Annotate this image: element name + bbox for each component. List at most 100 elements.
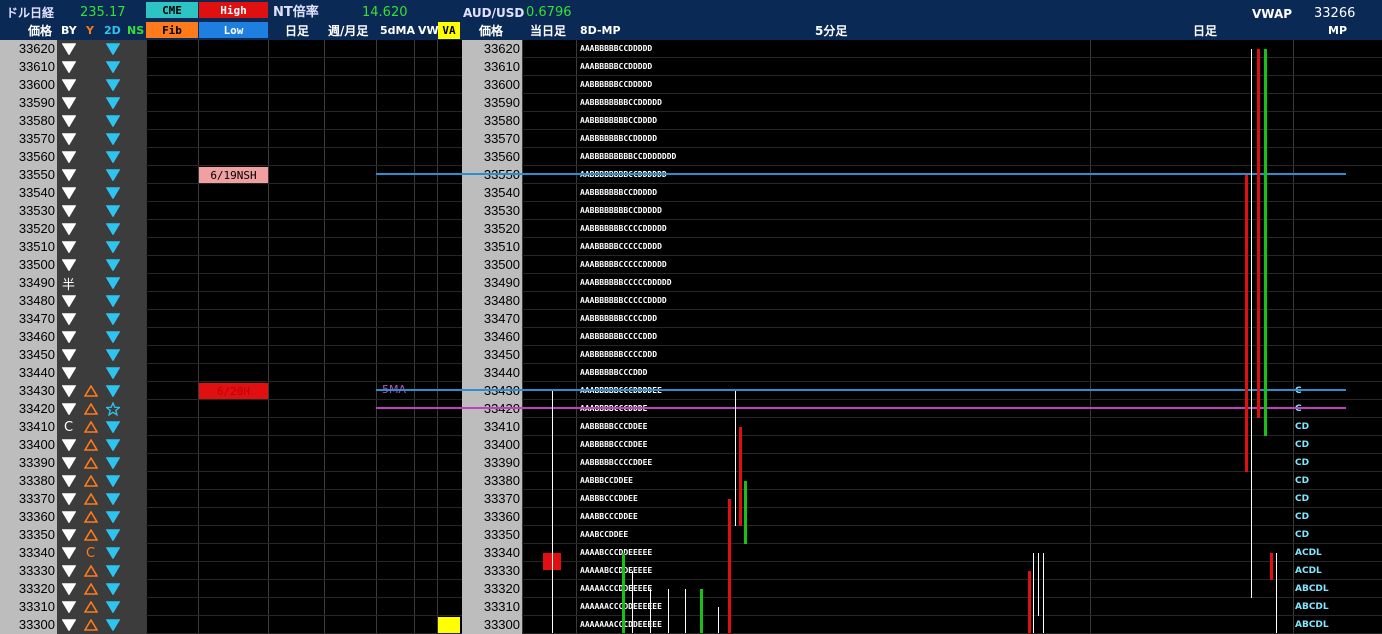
mp-right-letters: C bbox=[1295, 404, 1302, 414]
indicator-cell bbox=[124, 562, 146, 580]
mp-letters: AAABCCDDEE bbox=[580, 530, 629, 539]
price-cell-2: 33580 bbox=[462, 112, 522, 130]
price-cell-2: 33370 bbox=[462, 490, 522, 508]
fib-button[interactable]: Fib bbox=[146, 22, 198, 38]
up-triangle-icon bbox=[80, 526, 101, 544]
indicator-cell bbox=[80, 94, 101, 112]
down-triangle-icon bbox=[101, 94, 124, 112]
price-cell: 33590 bbox=[0, 94, 57, 112]
price-row: 33310 33310 AAAAAACCCDDEEEEEE ABCDL bbox=[0, 598, 1382, 616]
c-mark-icon: C bbox=[85, 545, 96, 561]
col-weekly-monthly: 週/月足 bbox=[328, 24, 369, 38]
indicator-cell bbox=[124, 580, 146, 598]
indicator-cell bbox=[80, 202, 101, 220]
price-cell-2: 33600 bbox=[462, 76, 522, 94]
audusd-value: 0.6796 bbox=[526, 5, 572, 20]
mp-right-letters: CD bbox=[1295, 458, 1310, 468]
price-row: 33420 33420 AAABBBBCCCDDDE C bbox=[0, 400, 1382, 418]
mp-letters: AAABBBBBBCCCCCDDDD bbox=[580, 296, 667, 305]
indicator-cell bbox=[80, 346, 101, 364]
down-triangle-icon bbox=[57, 598, 80, 616]
down-triangle-icon bbox=[57, 184, 80, 202]
price-row: 33320 33320 AAAAACCCDDEEEEE ABCDL bbox=[0, 580, 1382, 598]
indicator-cell bbox=[124, 238, 146, 256]
price-cell-2: 33470 bbox=[462, 310, 522, 328]
price-row: 33390 33390 AABBBBBCCCCDDEE CD bbox=[0, 454, 1382, 472]
down-triangle-icon bbox=[101, 490, 124, 508]
indicator-cell bbox=[124, 436, 146, 454]
indicator-cell bbox=[80, 292, 101, 310]
indicator-cell bbox=[124, 508, 146, 526]
price-cell: 33460 bbox=[0, 328, 57, 346]
usd-nikkei-value: 235.17 bbox=[80, 5, 126, 20]
col-daily: 日足 bbox=[285, 24, 310, 38]
down-triangle-icon bbox=[101, 382, 124, 400]
indicator-cell bbox=[124, 490, 146, 508]
down-triangle-icon bbox=[101, 274, 124, 292]
down-triangle-icon bbox=[57, 328, 80, 346]
candle bbox=[1245, 175, 1248, 472]
col-mp: MP bbox=[1328, 24, 1348, 37]
down-triangle-icon bbox=[101, 526, 124, 544]
price-cell: 33600 bbox=[0, 76, 57, 94]
down-triangle-icon bbox=[57, 256, 80, 274]
down-triangle-icon bbox=[101, 238, 124, 256]
price-row: 33620 33620 AAABBBBBCCDDDDD bbox=[0, 40, 1382, 58]
down-triangle-icon bbox=[57, 202, 80, 220]
down-triangle-icon bbox=[57, 76, 80, 94]
indicator-cell bbox=[80, 274, 101, 292]
cme-button[interactable]: CME bbox=[146, 2, 198, 18]
price-row: 33560 33560 AABBBBBBBBBCCDDDDDDD bbox=[0, 148, 1382, 166]
price-cell: 33480 bbox=[0, 292, 57, 310]
down-triangle-icon bbox=[57, 112, 80, 130]
mp-letters: AABBBBBBBCCDDDDD bbox=[580, 188, 658, 197]
down-triangle-icon bbox=[57, 166, 80, 184]
indicator-cell bbox=[124, 40, 146, 58]
indicator-cell bbox=[124, 310, 146, 328]
price-row: 33490 33490 半 AAABBBBBBCCCCCDDDDD bbox=[0, 274, 1382, 293]
candle bbox=[668, 589, 669, 633]
indicator-cell bbox=[124, 256, 146, 274]
price-cell-2: 33500 bbox=[462, 256, 522, 274]
candle bbox=[1251, 49, 1252, 598]
price-cell: 33490 bbox=[0, 274, 57, 292]
down-triangle-icon bbox=[57, 364, 80, 382]
price-row: 33470 33470 AABBBBBBBCCCCDDD bbox=[0, 310, 1382, 328]
mp-letters: AABBBBBCCCDDEE bbox=[580, 422, 648, 431]
up-triangle-icon bbox=[80, 580, 101, 598]
down-triangle-icon bbox=[57, 310, 80, 328]
mp-letters: AABBBBBBBBCCDDDD bbox=[580, 116, 658, 125]
down-triangle-icon bbox=[57, 220, 80, 238]
price-cell-2: 33520 bbox=[462, 220, 522, 238]
price-cell: 33430 bbox=[0, 382, 57, 400]
price-cell-2: 33560 bbox=[462, 148, 522, 166]
down-triangle-icon bbox=[57, 436, 80, 454]
mp-right-letters: ACDL bbox=[1295, 548, 1322, 558]
mp-letters: AABBBBBBBBCCDDDDDD bbox=[580, 170, 667, 180]
va-button[interactable]: VA bbox=[438, 22, 460, 39]
candle bbox=[744, 481, 747, 544]
mp-right-letters: ABCDL bbox=[1295, 602, 1329, 612]
price-cell-2: 33620 bbox=[462, 40, 522, 58]
indicator-cell bbox=[80, 148, 101, 166]
mp-letters: AABBBBBBBCCCCDDD bbox=[580, 314, 658, 323]
nt-ratio-label: NT倍率 bbox=[273, 5, 319, 20]
price-cell: 33440 bbox=[0, 364, 57, 382]
price-row: 33530 33530 AABBBBBBBBCCDDDDD bbox=[0, 202, 1382, 220]
low-button[interactable]: Low bbox=[199, 22, 268, 38]
indicator-cell bbox=[80, 238, 101, 256]
down-triangle-icon bbox=[57, 148, 80, 166]
indicator-cell bbox=[124, 382, 146, 400]
price-cell-2: 33350 bbox=[462, 526, 522, 544]
indicator-cell bbox=[80, 112, 101, 130]
mp-letters: AAAAABCCDDEEEEE bbox=[580, 566, 653, 575]
down-triangle-icon bbox=[101, 58, 124, 76]
indicator-cell bbox=[124, 130, 146, 148]
indicator-cell bbox=[124, 472, 146, 490]
indicator-cell bbox=[124, 94, 146, 112]
high-button[interactable]: High bbox=[199, 2, 268, 18]
price-cell-2: 33310 bbox=[462, 598, 522, 616]
price-row: 33540 33540 AABBBBBBBCCDDDDD bbox=[0, 184, 1382, 202]
usd-nikkei-label: ドル日経 bbox=[6, 6, 55, 20]
price-cell: 33330 bbox=[0, 562, 57, 580]
